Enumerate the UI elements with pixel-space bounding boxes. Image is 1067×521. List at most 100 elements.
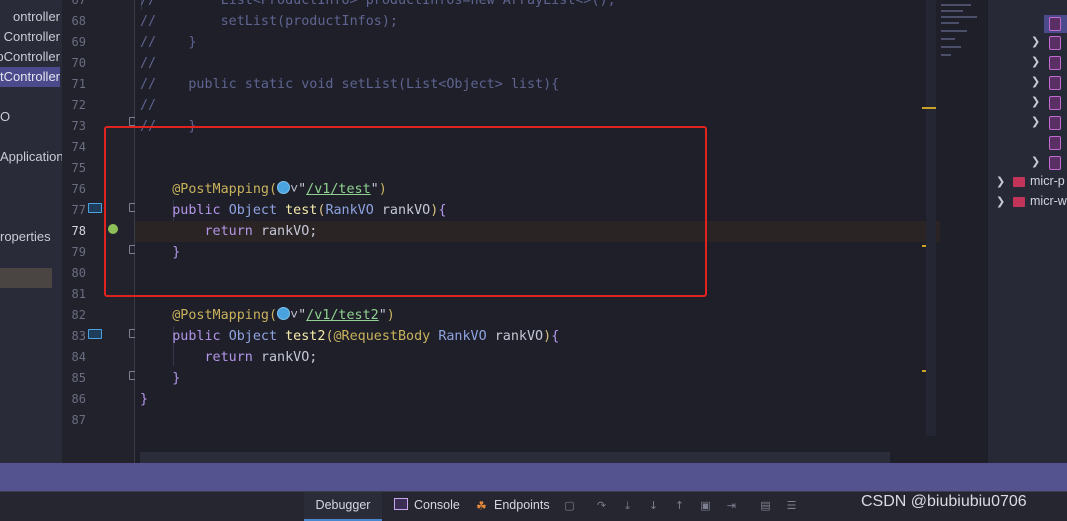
chevron-right-icon[interactable]: ❯ — [1031, 115, 1040, 128]
code-token: } — [140, 392, 149, 407]
horizontal-scrollbar[interactable] — [140, 452, 890, 463]
code-line[interactable] — [135, 410, 940, 431]
globe-icon[interactable] — [277, 307, 291, 320]
watermark: CSDN @biubiubiu0706 — [861, 493, 1027, 510]
threads-icon[interactable]: ☰ — [786, 500, 797, 511]
tab-label: Endpoints — [494, 498, 550, 512]
endpoint-gutter-icon[interactable] — [88, 329, 102, 339]
warning-marker[interactable] — [922, 370, 926, 372]
code-token: // } — [140, 35, 197, 50]
code-token: " — [378, 308, 387, 323]
code-line[interactable]: } — [135, 368, 940, 389]
step-into-icon[interactable]: ⤓ — [622, 500, 633, 511]
code-line[interactable]: // setList(productInfos); — [135, 11, 940, 32]
code-line[interactable]: // — [135, 95, 940, 116]
tab-console[interactable]: Console — [394, 492, 460, 519]
code-token: test2 — [285, 329, 326, 344]
highlight-box — [104, 126, 707, 297]
chevron-right-icon[interactable]: ❯ — [1031, 155, 1040, 168]
line-number-text: 67 — [71, 0, 86, 7]
module-icon — [1049, 96, 1061, 110]
code-token: ˅" — [290, 308, 307, 323]
module-icon — [1049, 136, 1061, 150]
code-token: Object — [228, 329, 286, 344]
tab-debugger[interactable]: Debugger — [304, 492, 382, 521]
step-out-icon[interactable]: ↑ — [674, 500, 685, 511]
code-line[interactable]: @PostMapping(˅"/v1/test2") — [135, 305, 940, 326]
line-number-text: 87 — [71, 413, 86, 427]
module-label[interactable]: micr-w — [1030, 194, 1067, 208]
code-line[interactable]: // } — [135, 32, 940, 53]
module-icon — [1049, 36, 1061, 50]
step-over-icon[interactable]: ↷ — [596, 500, 607, 511]
code-token: rankVO — [494, 329, 544, 344]
editor-scrollbar[interactable] — [922, 0, 936, 436]
line-number-text: 86 — [71, 392, 86, 406]
code-token: // public static void setList(List<Objec… — [140, 77, 560, 92]
code-line[interactable]: // public static void setList(List<Objec… — [135, 74, 940, 95]
chevron-right-icon[interactable]: ❯ — [996, 175, 1005, 188]
tree-item[interactable]: O — [0, 107, 10, 127]
code-line[interactable]: // List<ProductInfo> productInfos=new Ar… — [135, 0, 940, 11]
module-label[interactable]: micr-p — [1030, 174, 1065, 188]
line-number-text: 76 — [71, 182, 86, 196]
tree-item-selected[interactable]: ctController — [0, 67, 60, 87]
tab-label: Console — [414, 498, 460, 512]
run-to-cursor-icon[interactable]: ⇥ — [726, 500, 737, 511]
code-token: public — [172, 329, 229, 344]
module-icon — [1049, 56, 1061, 70]
tree-item[interactable]: ontroller — [13, 7, 60, 27]
code-token: // setList(productInfos); — [140, 14, 398, 29]
evaluate-expression-icon[interactable]: ▤ — [760, 500, 771, 511]
line-number-text: 68 — [71, 14, 86, 28]
folder-icon — [1013, 177, 1025, 187]
code-token: @RequestBody — [333, 329, 439, 344]
line-number-text: 80 — [71, 266, 86, 280]
endpoints-icon: ☘ — [476, 499, 487, 513]
chevron-right-icon[interactable]: ❯ — [1031, 95, 1040, 108]
line-number-text: 71 — [71, 77, 86, 91]
code-token: // List<ProductInfo> productInfos=new Ar… — [140, 0, 616, 8]
tree-item-label: Controller — [3, 29, 60, 44]
module-icon — [1049, 76, 1061, 90]
code-line[interactable]: } — [135, 389, 940, 410]
debug-toolbar: Debugger Console ☘ Endpoints ▢ ↷ ⤓ ↓ ↑ ▣ … — [0, 491, 1067, 521]
line-number-text: 69 — [71, 35, 86, 49]
force-step-into-icon[interactable]: ↓ — [648, 500, 659, 511]
tab-endpoints[interactable]: ☘ Endpoints — [476, 492, 550, 519]
chevron-right-icon[interactable]: ❯ — [1031, 75, 1040, 88]
tree-item[interactable]: pController — [0, 47, 60, 67]
code-line[interactable]: public Object test2(@RequestBody RankVO … — [135, 326, 940, 347]
chevron-right-icon[interactable]: ❯ — [1031, 55, 1040, 68]
code-line[interactable]: return rankVO; — [135, 347, 940, 368]
panel-splitter[interactable] — [0, 463, 1067, 491]
module-icon — [1049, 17, 1061, 31]
code-token: // — [140, 98, 157, 113]
restore-layout-icon[interactable]: ▢ — [564, 500, 575, 511]
right-project-panel: ❯ ❯ ❯ ❯ ❯ ❯ ❯ micr-p ❯ micr-w — [987, 0, 1067, 463]
tree-item[interactable]: Application — [0, 147, 62, 167]
tree-hover-row — [0, 268, 52, 288]
chevron-right-icon[interactable]: ❯ — [1031, 35, 1040, 48]
tree-item-label: ctController — [0, 69, 60, 84]
endpoint-gutter-icon[interactable] — [88, 203, 102, 213]
tree-item-label: pController — [0, 49, 60, 64]
panel-scrollbar[interactable] — [52, 270, 62, 463]
tree-item-label: ontroller — [13, 9, 60, 24]
code-token: /v1/test2 — [306, 308, 379, 323]
warning-marker[interactable] — [922, 245, 926, 247]
minimap[interactable] — [937, 0, 987, 60]
drop-frame-icon[interactable]: ▣ — [700, 500, 711, 511]
module-icon — [1049, 156, 1061, 170]
code-token: return — [204, 350, 261, 365]
chevron-right-icon[interactable]: ❯ — [996, 195, 1005, 208]
line-number-text: 74 — [71, 140, 86, 154]
warning-marker[interactable] — [922, 107, 936, 109]
console-icon — [394, 498, 408, 510]
folder-icon — [1013, 197, 1025, 207]
tree-item[interactable]: roperties — [0, 227, 51, 247]
tree-item[interactable]: Controller — [4, 27, 60, 47]
code-line[interactable]: // — [135, 53, 940, 74]
